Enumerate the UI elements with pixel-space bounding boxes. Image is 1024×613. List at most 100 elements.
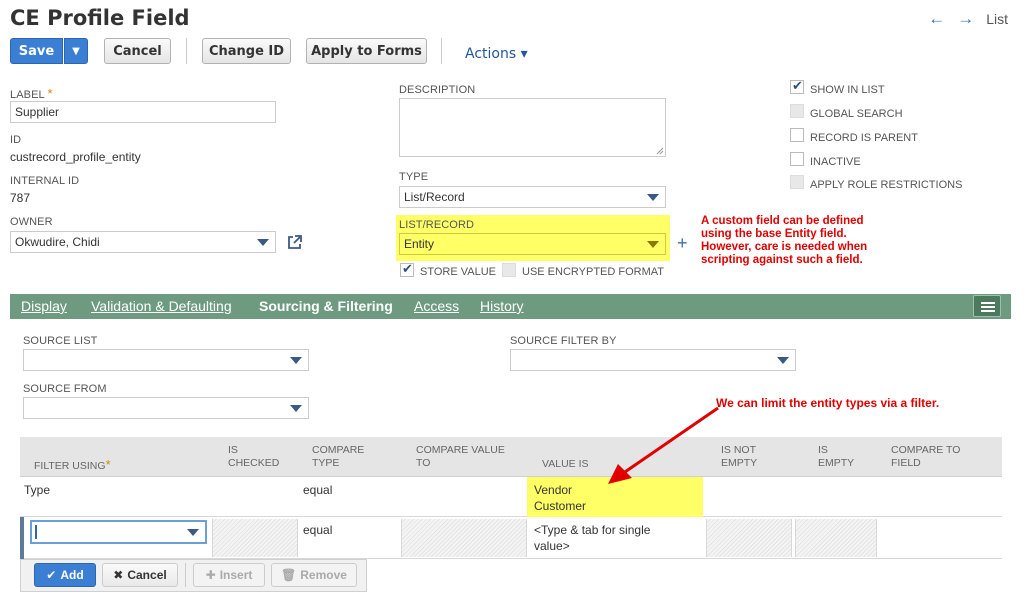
annotation-filter: We can limit the entity types via a filt… [716,396,940,410]
type-value: List/Record [404,190,465,204]
type-select[interactable]: List/Record [399,186,666,208]
description-label: DESCRIPTION [399,84,476,96]
owner-label: OWNER [10,216,53,228]
annotation-line: using the base Entity field. [701,228,847,240]
header-compare-type: COMPARE TYPE [312,444,365,469]
annotation-line: However, care is needed when [701,241,868,253]
source-filter-by-select[interactable] [510,349,796,371]
label-input[interactable]: Supplier [10,101,276,123]
plus-icon: ✚ [205,568,216,582]
insert-row-button[interactable]: ✚ Insert [193,563,265,587]
description-textarea[interactable] [399,98,666,157]
header-is-checked: IS CHECKED [228,444,280,469]
source-list-select[interactable] [23,349,309,371]
source-list-label: SOURCE LIST [23,335,98,347]
button-divider [185,563,186,587]
tab-validation-defaulting[interactable]: Validation & Defaulting [91,298,232,314]
source-from-select[interactable] [23,397,309,419]
list-record-label: LIST/RECORD [399,219,475,231]
tab-sourcing-filtering[interactable]: Sourcing & Filtering [259,298,393,314]
filter-using-select[interactable] [30,520,207,544]
apply-role-restrictions-label: APPLY ROLE RESTRICTIONS [810,179,963,191]
tab-history[interactable]: History [480,298,524,314]
show-in-list-checkbox[interactable] [790,78,804,94]
add-new-icon[interactable]: + [677,233,688,254]
value-customer: Customer [534,499,587,513]
compare-value-to-cell[interactable] [401,519,527,557]
forward-arrow-icon[interactable]: → [957,10,974,27]
save-button[interactable]: Save [10,38,63,64]
chevron-down-icon [257,239,269,246]
chevron-down-icon [187,529,199,536]
check-icon: ✔ [46,568,57,582]
tab-display[interactable]: Display [21,298,67,314]
add-row-label: Add [60,568,84,582]
collapse-tabs-icon[interactable] [973,295,1001,317]
cancel-row-label: Cancel [127,568,167,582]
value-is-placeholder: <Type & tab for single [534,523,651,537]
record-is-parent-checkbox[interactable] [790,128,804,142]
header-compare-to-field: COMPARE TO FIELD [891,444,961,469]
open-link-icon[interactable] [286,234,303,251]
cell-compare-type[interactable]: equal [303,522,332,538]
id-label: ID [10,134,22,146]
record-navigation: ← → List [928,10,1008,27]
use-encrypted-format-label: USE ENCRYPTED FORMAT [522,266,664,278]
toolbar-divider [186,38,187,64]
text-cursor [35,525,37,539]
cell-compare-type: equal [303,483,333,497]
insert-row-label: Insert [219,568,253,582]
cell-value-is: Vendor Customer [534,482,586,514]
owner-value: Okwudire, Chidi [15,235,100,249]
header-filter-using: FILTER USING* [34,457,111,472]
back-arrow-icon[interactable]: ← [928,10,945,27]
annotation-line: A custom field can be defined [701,215,864,227]
row-edit-marker [20,517,24,559]
annotation-custom-field: A custom field can be defined using the … [701,215,867,267]
actions-menu[interactable]: Actions ▾ [465,46,528,62]
label-field-label: LABEL * [10,86,53,101]
remove-row-button[interactable]: 🗑 Remove [271,563,357,587]
cell-filter-using: Type [24,483,51,497]
resize-handle-icon[interactable] [656,147,664,155]
global-search-checkbox[interactable] [790,104,804,118]
change-id-button[interactable]: Change ID [202,38,291,64]
chevron-down-icon [647,194,659,201]
is-checked-cell[interactable] [212,519,298,557]
filter-table-header: FILTER USING* IS CHECKED COMPARE TYPE COMP… [20,437,1002,477]
cell-value-is-input[interactable]: <Type & tab for single value> [534,522,650,554]
is-empty-cell[interactable] [795,519,877,557]
use-encrypted-format-checkbox[interactable] [502,263,516,277]
add-row-button[interactable]: ✔ Add [34,563,96,587]
header-value-is: VALUE IS [542,458,589,470]
value-vendor: Vendor [534,483,573,497]
cancel-button[interactable]: Cancel [104,38,171,64]
chevron-down-icon [647,241,659,248]
internal-id-value: 787 [10,191,31,205]
header-compare-value-to: COMPARE VALUE TO [416,444,505,469]
annotation-line: scripting against such a field. [701,254,863,266]
list-record-value: Entity [404,237,435,251]
tab-access[interactable]: Access [414,298,459,314]
list-record-select[interactable]: Entity [399,233,666,255]
remove-row-label: Remove [300,568,347,582]
table-row[interactable]: Type equal Vendor Customer [20,477,1002,517]
owner-select[interactable]: Okwudire, Chidi [10,231,276,253]
record-is-parent-label: RECORD IS PARENT [810,132,918,144]
inactive-checkbox[interactable] [790,152,804,166]
table-row-editing[interactable]: equal <Type & tab for single value> [20,517,1002,559]
toolbar-divider [441,38,442,64]
source-filter-by-label: SOURCE FILTER BY [510,335,617,347]
store-value-checkbox[interactable] [400,261,414,277]
inactive-label: INACTIVE [810,156,861,168]
is-not-empty-cell[interactable] [706,519,792,557]
global-search-label: GLOBAL SEARCH [810,108,903,120]
save-dropdown-button[interactable]: ▼ [64,38,88,64]
apply-role-restrictions-checkbox[interactable] [790,175,804,189]
apply-to-forms-button[interactable]: Apply to Forms [306,38,427,64]
chevron-down-icon [290,405,302,412]
show-in-list-label: SHOW IN LIST [810,84,885,96]
cancel-row-button[interactable]: ✖ Cancel [102,563,178,587]
list-link[interactable]: List [986,11,1008,27]
internal-id-label: INTERNAL ID [10,175,80,187]
